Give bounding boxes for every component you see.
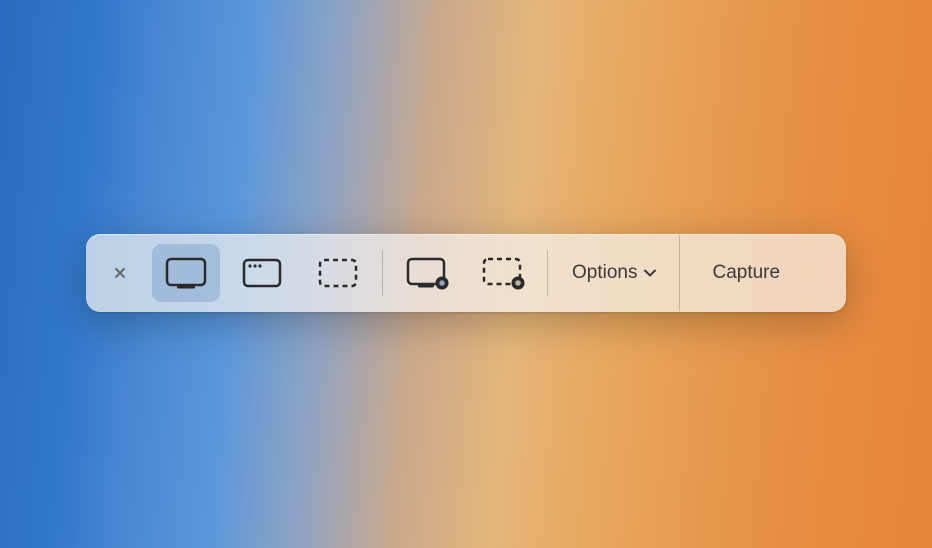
record-screen-icon — [404, 255, 450, 291]
record-selection-icon — [480, 255, 526, 291]
options-dropdown[interactable]: Options — [550, 234, 679, 312]
record-tools-group — [385, 244, 545, 302]
close-icon — [113, 266, 127, 280]
toolbar-divider — [547, 250, 548, 296]
capture-entire-screen-button[interactable] — [152, 244, 220, 302]
capture-tools-group — [144, 244, 380, 302]
screenshot-toolbar: Options Capture — [86, 234, 846, 312]
close-button[interactable] — [106, 259, 134, 287]
capture-window-button[interactable] — [228, 244, 296, 302]
options-label: Options — [572, 262, 637, 284]
capture-button[interactable]: Capture — [680, 234, 812, 312]
selection-icon — [315, 255, 361, 291]
screen-icon — [163, 255, 209, 291]
record-selection-button[interactable] — [469, 244, 537, 302]
capture-label: Capture — [712, 262, 780, 284]
window-icon — [239, 255, 285, 291]
capture-selection-button[interactable] — [304, 244, 372, 302]
record-entire-screen-button[interactable] — [393, 244, 461, 302]
chevron-down-icon — [643, 268, 657, 278]
toolbar-divider — [382, 250, 383, 296]
